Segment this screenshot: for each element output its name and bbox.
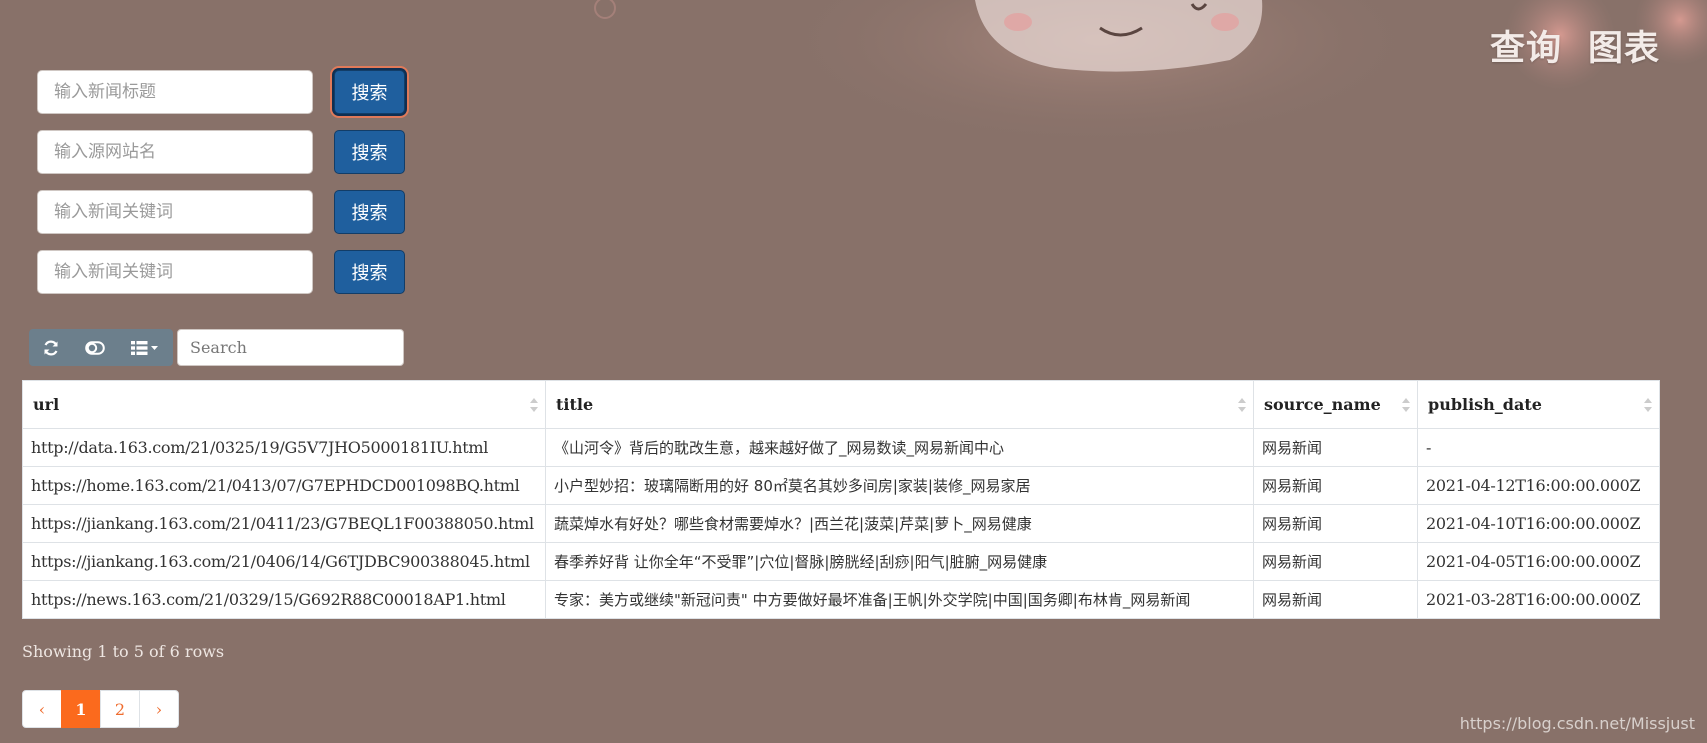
cell-publish-date: 2021-04-12T16:00:00.000Z xyxy=(1417,466,1660,505)
sort-icon xyxy=(1238,398,1246,412)
top-nav: 查询 图表 xyxy=(1490,20,1660,71)
cell-source-name: 网易新闻 xyxy=(1253,466,1418,505)
cell-publish-date: 2021-04-05T16:00:00.000Z xyxy=(1417,542,1660,581)
cell-source-name: 网易新闻 xyxy=(1253,542,1418,581)
cell-title: 春季养好背 让你全年“不受罪”|穴位|督脉|膀胱经|刮痧|阳气|脏腑_网易健康 xyxy=(545,542,1254,581)
search-row-keyword: 搜索 xyxy=(37,190,405,234)
column-header-label: url xyxy=(33,395,60,414)
table-header-row: url title source_name publish_date xyxy=(22,380,1660,429)
column-header-title[interactable]: title xyxy=(545,380,1254,429)
nav-chart-link[interactable]: 图表 xyxy=(1588,20,1660,71)
cell-title: 蔬菜焯水有好处？哪些食材需要焯水？|西兰花|菠菜|芹菜|萝卜_网易健康 xyxy=(545,504,1254,543)
pagination-summary: Showing 1 to 5 of 6 rows xyxy=(22,642,225,661)
pagination-page-1[interactable]: 1 xyxy=(61,690,101,728)
table-search-input[interactable] xyxy=(177,329,404,366)
cell-source-name: 网易新闻 xyxy=(1253,428,1418,467)
column-header-label: publish_date xyxy=(1428,395,1542,414)
sort-icon xyxy=(1644,398,1652,412)
column-header-label: title xyxy=(556,395,594,414)
news-keyword-input-2[interactable] xyxy=(37,250,313,294)
cell-source-name: 网易新闻 xyxy=(1253,580,1418,619)
search-keyword-button-2[interactable]: 搜索 xyxy=(334,250,405,294)
refresh-button[interactable] xyxy=(29,329,73,366)
news-keyword-input[interactable] xyxy=(37,190,313,234)
search-source-button[interactable]: 搜索 xyxy=(334,130,405,174)
columns-icon xyxy=(130,340,160,356)
search-row-title: 搜索 xyxy=(37,70,405,114)
column-header-label: source_name xyxy=(1264,395,1381,414)
search-row-keyword-2: 搜索 xyxy=(37,250,405,294)
toggle-view-button[interactable] xyxy=(73,329,117,366)
table-row: https://jiankang.163.com/21/0406/14/G6TJ… xyxy=(22,542,1660,581)
source-site-input[interactable] xyxy=(37,130,313,174)
sort-icon xyxy=(1402,398,1410,412)
refresh-icon xyxy=(42,339,60,357)
pagination-next-button[interactable]: › xyxy=(139,690,179,728)
search-title-button[interactable]: 搜索 xyxy=(334,70,405,114)
news-title-input[interactable] xyxy=(37,70,313,114)
cell-title: 《山河令》背后的耽改生意，越来越好做了_网易数读_网易新闻中心 xyxy=(545,428,1254,467)
table-row: http://data.163.com/21/0325/19/G5V7JHO50… xyxy=(22,428,1660,467)
columns-dropdown-button[interactable] xyxy=(117,329,173,366)
column-header-source-name[interactable]: source_name xyxy=(1253,380,1418,429)
column-header-publish-date[interactable]: publish_date xyxy=(1417,380,1660,429)
news-table: url title source_name publish_date http:… xyxy=(22,380,1660,619)
sort-icon xyxy=(530,398,538,412)
nav-query-link[interactable]: 查询 xyxy=(1490,20,1562,71)
cell-title: 小户型妙招：玻璃隔断用的好 80㎡莫名其妙多间房|家装|装修_网易家居 xyxy=(545,466,1254,505)
pagination: ‹ 1 2 › xyxy=(22,690,179,728)
column-header-url[interactable]: url xyxy=(22,380,546,429)
cell-url: https://news.163.com/21/0329/15/G692R88C… xyxy=(22,580,546,619)
table-row: https://news.163.com/21/0329/15/G692R88C… xyxy=(22,580,1660,619)
search-row-source: 搜索 xyxy=(37,130,405,174)
cell-title: 专家：美方或继续"新冠问责" 中方要做好最坏准备|王帆|外交学院|中国|国务卿|… xyxy=(545,580,1254,619)
search-keyword-button[interactable]: 搜索 xyxy=(334,190,405,234)
table-row: https://home.163.com/21/0413/07/G7EPHDCD… xyxy=(22,466,1660,505)
table-row: https://jiankang.163.com/21/0411/23/G7BE… xyxy=(22,504,1660,543)
cell-publish-date: 2021-03-28T16:00:00.000Z xyxy=(1417,580,1660,619)
table-toolbar xyxy=(29,329,404,366)
cell-publish-date: - xyxy=(1417,428,1660,467)
cell-url: https://jiankang.163.com/21/0406/14/G6TJ… xyxy=(22,542,546,581)
toggle-icon xyxy=(85,340,105,355)
cell-url: https://jiankang.163.com/21/0411/23/G7BE… xyxy=(22,504,546,543)
cell-url: http://data.163.com/21/0325/19/G5V7JHO50… xyxy=(22,428,546,467)
pagination-prev-button[interactable]: ‹ xyxy=(22,690,62,728)
cell-publish-date: 2021-04-10T16:00:00.000Z xyxy=(1417,504,1660,543)
toolbar-button-group xyxy=(29,329,173,366)
cell-source-name: 网易新闻 xyxy=(1253,504,1418,543)
cell-url: https://home.163.com/21/0413/07/G7EPHDCD… xyxy=(22,466,546,505)
watermark: https://blog.csdn.net/Missjust xyxy=(1459,714,1695,733)
pagination-page-2[interactable]: 2 xyxy=(100,690,140,728)
